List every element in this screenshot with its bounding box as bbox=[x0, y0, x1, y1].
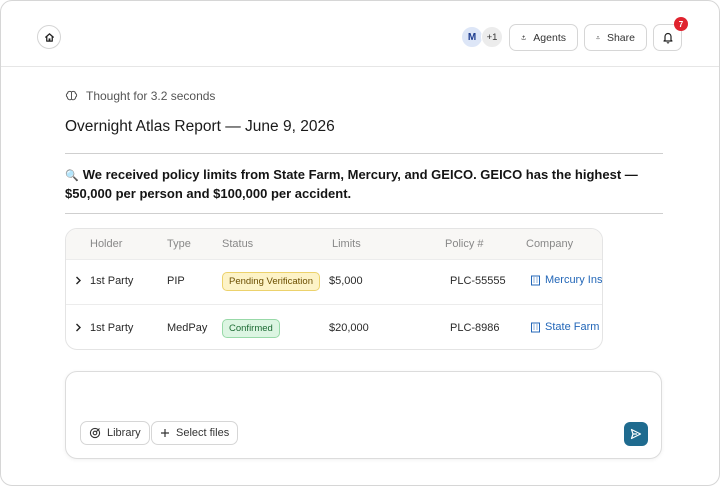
holder-cell: 1st Party bbox=[90, 275, 134, 287]
policy-table: Holder Type Status Limits Policy # Compa… bbox=[65, 228, 603, 350]
library-icon bbox=[89, 427, 101, 439]
app-window: M +1 Agents Share 7 Thought for 3.2 seco… bbox=[0, 0, 720, 486]
thought-label: Thought for 3.2 seconds bbox=[86, 89, 216, 103]
send-button[interactable] bbox=[624, 422, 648, 446]
chevron-right-icon[interactable] bbox=[74, 276, 82, 285]
avatar-more-count[interactable]: +1 bbox=[481, 26, 503, 48]
divider bbox=[65, 153, 663, 154]
company-link[interactable]: State Farm bbox=[530, 321, 599, 333]
thought-indicator[interactable]: Thought for 3.2 seconds bbox=[65, 89, 215, 103]
column-header-policy[interactable]: Policy # bbox=[445, 238, 484, 250]
company-name: State Farm bbox=[545, 321, 600, 333]
table-row[interactable]: 1st Party MedPay Confirmed $20,000 PLC-8… bbox=[66, 307, 602, 349]
policy-cell: PLC-55555 bbox=[450, 275, 506, 287]
building-icon bbox=[531, 322, 540, 332]
summary-text: 🔍 We received policy limits from State Fa… bbox=[65, 166, 663, 202]
brain-icon bbox=[65, 90, 78, 101]
top-bar: M +1 Agents Share 7 bbox=[1, 1, 719, 67]
select-files-button[interactable]: Select files bbox=[151, 421, 239, 445]
report-title: Overnight Atlas Report — June 9, 2026 bbox=[65, 118, 335, 135]
collaborators[interactable]: M +1 bbox=[461, 26, 503, 50]
column-header-holder[interactable]: Holder bbox=[90, 238, 122, 250]
chevron-right-icon[interactable] bbox=[74, 323, 82, 332]
avatar[interactable]: M bbox=[461, 26, 483, 48]
magnifier-icon: 🔍 bbox=[65, 170, 79, 182]
bell-icon bbox=[662, 32, 673, 44]
policy-cell: PLC-8986 bbox=[450, 322, 500, 334]
share-icon bbox=[596, 35, 600, 40]
status-badge: Pending Verification bbox=[222, 272, 320, 291]
library-label: Library bbox=[107, 427, 141, 439]
share-label: Share bbox=[606, 31, 635, 44]
company-link[interactable]: Mercury Insurance bbox=[530, 274, 603, 286]
message-composer[interactable]: Library Select files bbox=[65, 371, 662, 459]
table-row[interactable]: 1st Party PIP Pending Verification $5,00… bbox=[66, 260, 602, 305]
share-button[interactable]: Share bbox=[584, 24, 647, 51]
building-icon bbox=[531, 275, 540, 285]
column-header-type[interactable]: Type bbox=[167, 238, 191, 250]
notifications-button[interactable]: 7 bbox=[653, 17, 688, 51]
company-name: Mercury Insurance bbox=[545, 274, 603, 286]
limits-cell: $20,000 bbox=[329, 322, 369, 334]
agents-label: Agents bbox=[533, 31, 566, 44]
holder-cell: 1st Party bbox=[90, 322, 134, 334]
home-button[interactable] bbox=[37, 25, 61, 49]
column-header-company[interactable]: Company bbox=[526, 238, 573, 250]
column-header-limits[interactable]: Limits bbox=[332, 238, 361, 250]
notification-badge: 7 bbox=[674, 17, 688, 31]
column-header-status[interactable]: Status bbox=[222, 238, 253, 250]
type-cell: PIP bbox=[167, 275, 185, 287]
home-icon bbox=[44, 32, 54, 42]
upload-icon bbox=[521, 35, 526, 40]
summary-body: We received policy limits from State Far… bbox=[65, 167, 638, 201]
plus-icon bbox=[161, 429, 169, 437]
send-icon bbox=[630, 428, 642, 440]
status-badge: Confirmed bbox=[222, 319, 280, 338]
agents-button[interactable]: Agents bbox=[509, 24, 578, 51]
library-button[interactable]: Library bbox=[80, 421, 150, 445]
select-files-label: Select files bbox=[176, 427, 230, 439]
divider bbox=[65, 213, 663, 214]
table-header: Holder Type Status Limits Policy # Compa… bbox=[66, 229, 602, 260]
limits-cell: $5,000 bbox=[329, 275, 363, 287]
type-cell: MedPay bbox=[167, 322, 208, 334]
